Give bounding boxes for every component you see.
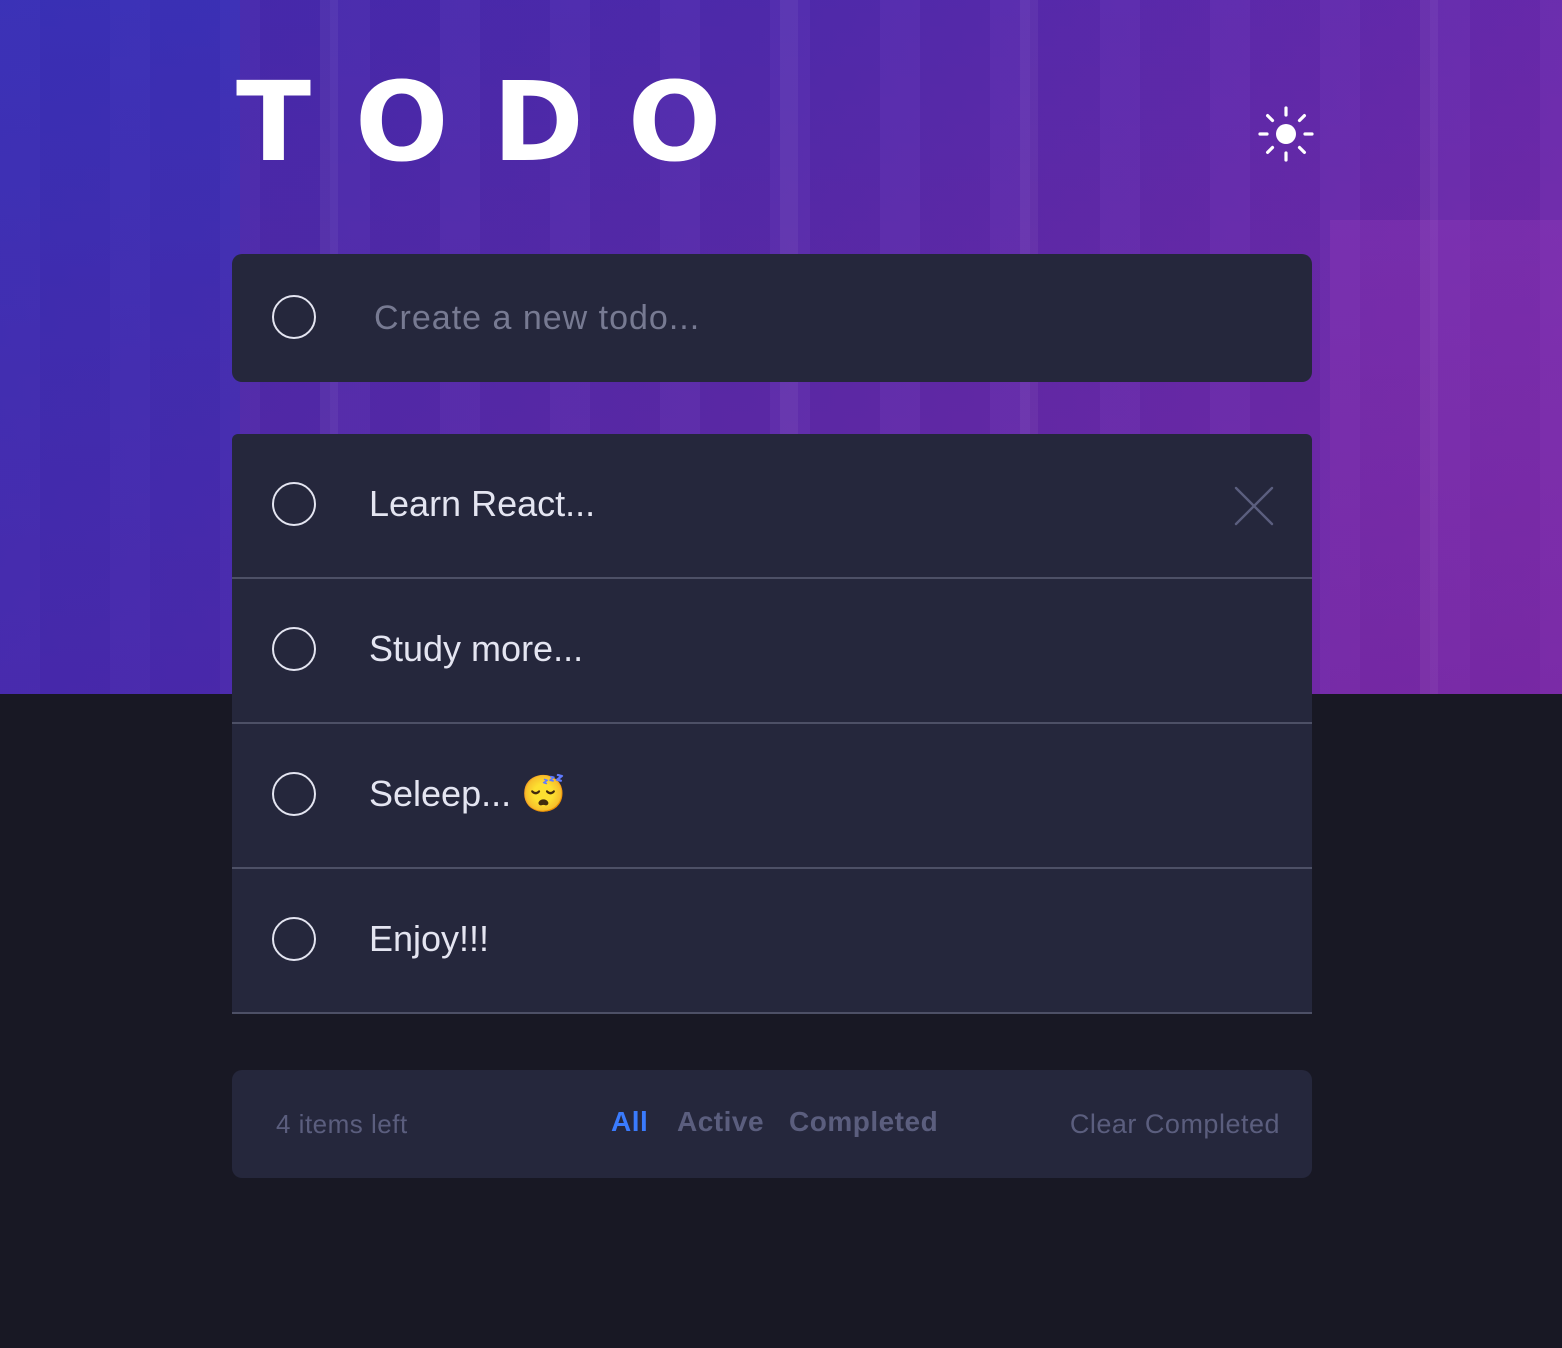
todo-text: Enjoy!!! [369,918,490,959]
theme-toggle-button[interactable] [1258,106,1314,162]
new-todo-input[interactable] [372,284,1256,352]
todo-item[interactable]: Learn React... [232,434,1312,579]
items-left-count: 4 items left [276,1109,408,1139]
todo-text: Seleep... 😴 [369,773,566,814]
hero-shade-right [1330,220,1562,694]
close-icon [1234,486,1274,526]
todo-item[interactable]: Enjoy!!! [232,869,1312,1014]
clear-completed-button[interactable]: Clear Completed [1070,1104,1280,1144]
todo-list: Learn React... Study more... Seleep... 😴… [232,434,1312,1014]
todo-text: Learn React... [369,483,596,524]
todo-check-circle[interactable] [272,917,316,961]
filter-all[interactable]: All [611,1102,648,1142]
app-title: TODO [236,58,766,186]
todo-check-circle[interactable] [272,772,316,816]
new-todo-bar [232,254,1312,382]
sun-icon [1258,106,1314,162]
new-todo-check-circle[interactable] [272,295,316,339]
todo-item[interactable]: Study more... [232,579,1312,724]
todo-item[interactable]: Seleep... 😴 [232,724,1312,869]
hero-pillar [1420,0,1438,694]
todo-check-circle[interactable] [272,627,316,671]
delete-todo-button[interactable] [1232,484,1276,528]
todo-text: Study more... [369,628,584,669]
filter-completed[interactable]: Completed [789,1102,938,1142]
todo-check-circle[interactable] [272,482,316,526]
filter-active[interactable]: Active [677,1102,764,1142]
todo-footer: 4 items left All Active Completed Clear … [232,1070,1312,1178]
hero-shade-left [0,0,240,694]
